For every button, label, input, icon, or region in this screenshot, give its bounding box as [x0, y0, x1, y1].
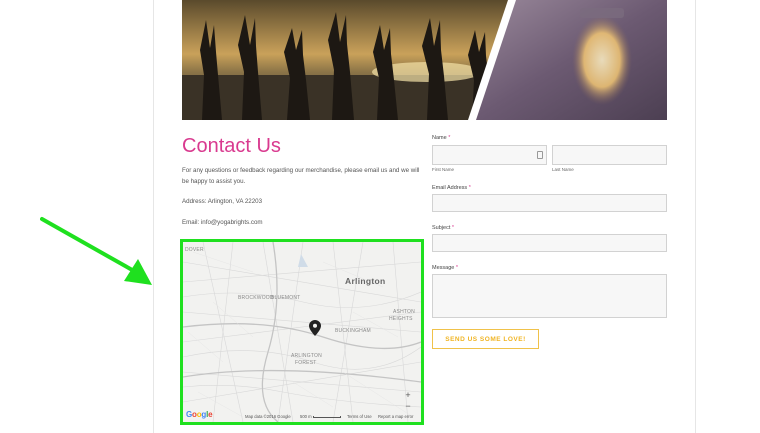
autofill-card-icon [537, 151, 543, 159]
terms-of-use-link[interactable]: Terms of Use [347, 414, 372, 419]
name-label: Name * [432, 135, 451, 141]
map-scale-bar [313, 416, 341, 418]
map-label-dover: DOVER [185, 247, 204, 253]
zoom-in-button[interactable]: + [403, 390, 413, 400]
subject-label: Subject * [432, 225, 455, 231]
contact-intro-text: For any questions or feedback regarding … [182, 167, 420, 185]
subject-input[interactable] [432, 234, 667, 252]
annotation-arrow-icon [40, 217, 152, 285]
map-label-ashton: ASHTON [393, 309, 415, 315]
map-streets [183, 242, 421, 422]
google-logo: Google [186, 410, 213, 419]
page-title: Contact Us [182, 135, 281, 157]
last-name-hint: Last Name [552, 167, 574, 172]
location-map[interactable]: DOVER Arlington BROCKWOOD BLUEMONT BUCKI… [180, 239, 424, 425]
message-label: Message * [432, 265, 458, 271]
map-label-buckingham: BUCKINGHAM [335, 328, 371, 334]
map-label-bluemont: BLUEMONT [271, 295, 301, 301]
yoga-banner-image [182, 0, 667, 120]
last-name-input[interactable] [552, 145, 667, 165]
first-name-input[interactable] [432, 145, 547, 165]
contact-address: Address: Arlington, VA 22203 [182, 198, 263, 205]
map-data-credit: Map data ©2016 Google [245, 414, 291, 419]
contact-email: Email: info@yogabrights.com [182, 219, 263, 226]
report-map-error-link[interactable]: Report a map error [378, 414, 413, 419]
map-pin-icon[interactable] [309, 320, 321, 336]
message-textarea[interactable] [432, 274, 667, 318]
send-message-button[interactable]: SEND US SOME LOVE! [432, 329, 539, 349]
map-label-arlington-forest: ARLINGTON [291, 353, 322, 359]
email-input[interactable] [432, 194, 667, 212]
email-label: Email Address * [432, 185, 471, 191]
map-label-brockwood: BROCKWOOD [238, 295, 274, 301]
first-name-hint: First Name [432, 167, 455, 172]
map-label-heights: HEIGHTS [389, 316, 413, 322]
map-scale-label: 500 m [300, 414, 312, 419]
map-label-arlington: Arlington [345, 276, 386, 286]
map-label-forest: FOREST [295, 360, 317, 366]
zoom-out-button[interactable]: − [403, 401, 413, 411]
